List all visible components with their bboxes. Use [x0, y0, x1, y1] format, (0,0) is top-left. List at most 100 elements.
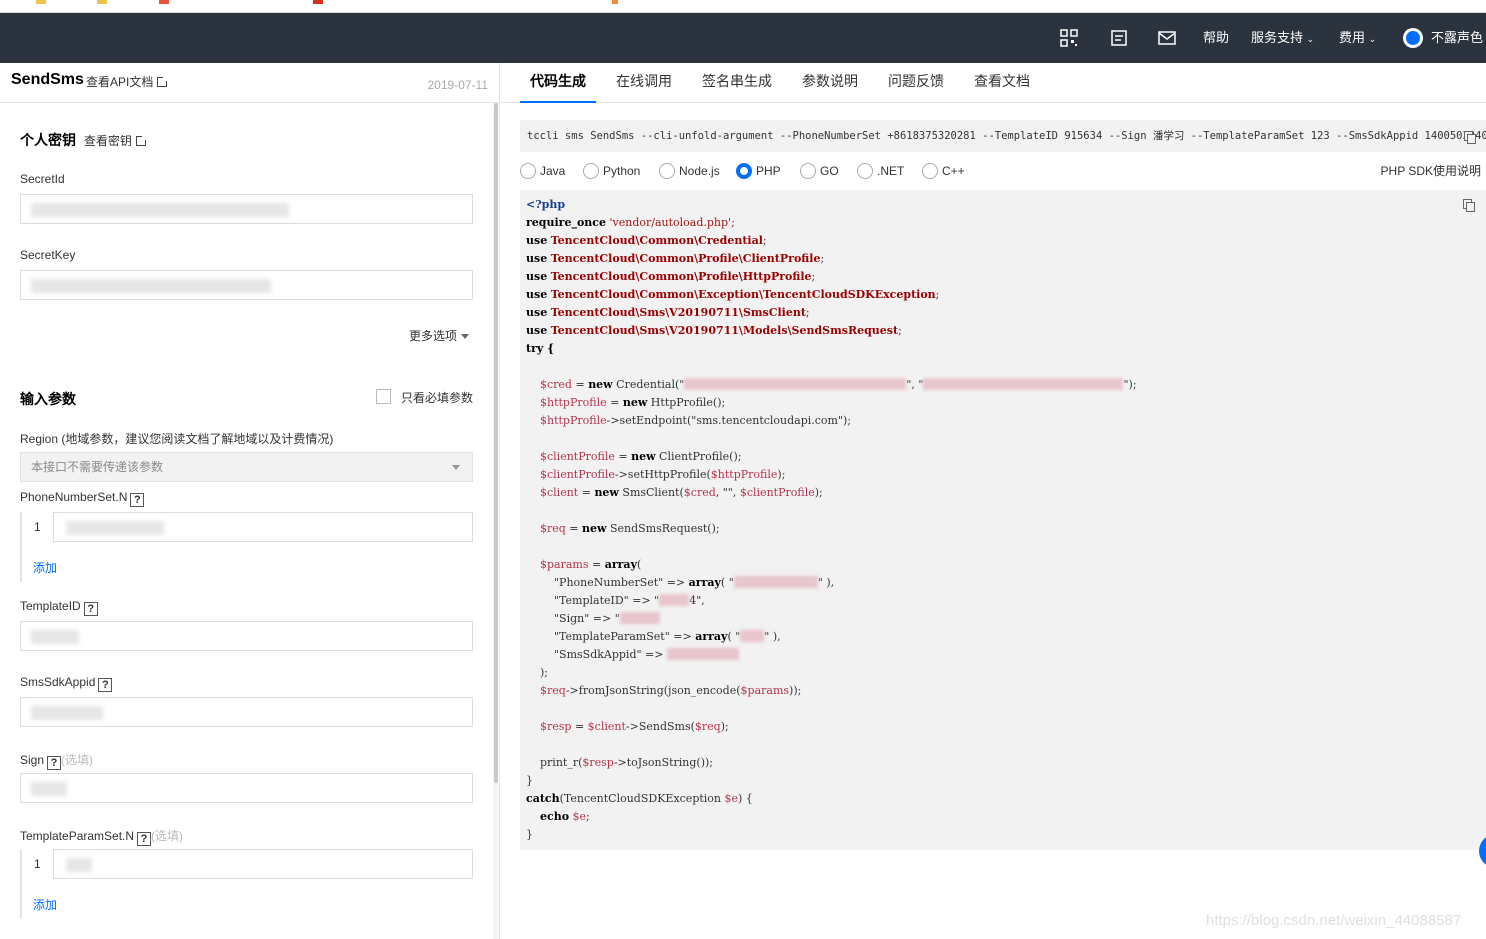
help-icon[interactable]: ?: [83, 602, 98, 616]
required-only-checkbox[interactable]: [376, 389, 391, 404]
redacted-value: [31, 706, 103, 720]
language-selector: Java Python Node.js PHP GO .NET C++ PHP …: [520, 161, 1486, 181]
secret-section-title: 个人密钥 查看密钥: [20, 130, 147, 150]
template-param-input[interactable]: [53, 849, 473, 879]
list-group-bar: [20, 512, 22, 582]
support-label: 服务支持: [1251, 30, 1304, 45]
document-icon[interactable]: [1110, 29, 1128, 47]
redacted-value: [31, 203, 289, 217]
more-options-toggle[interactable]: 更多选项: [409, 327, 469, 344]
sign-label-text: Sign: [20, 753, 45, 767]
billing-label: 费用: [1339, 30, 1366, 45]
sdk-doc-link[interactable]: PHP SDK使用说明: [1381, 163, 1481, 179]
scrollbar-thumb[interactable]: [494, 103, 498, 783]
secret-id-label: SecretId: [20, 172, 65, 186]
bookmark-icon[interactable]: [313, 0, 323, 4]
input-params-title: 输入参数: [20, 391, 76, 407]
radio-php[interactable]: PHP: [736, 163, 781, 179]
bookmark-icon[interactable]: [97, 0, 107, 4]
chevron-down-icon: ⌄: [1368, 34, 1377, 44]
help-icon[interactable]: ?: [47, 756, 62, 770]
phone-number-input[interactable]: [53, 512, 473, 542]
mail-icon[interactable]: [1158, 29, 1176, 47]
copy-icon[interactable]: [1464, 131, 1476, 144]
view-secret-label: 查看密钥: [83, 134, 132, 148]
external-link-icon: [135, 135, 147, 146]
chevron-down-icon: ⌄: [1306, 34, 1315, 44]
template-param-label: TemplateParamSet.N? (选填): [20, 827, 183, 846]
api-name: SendSms: [11, 71, 84, 88]
code-block: <?php require_once 'vendor/autoload.php'…: [520, 190, 1486, 850]
bookmark-icon[interactable]: [159, 0, 169, 4]
tab-signature-gen[interactable]: 签名串生成: [702, 63, 772, 103]
tab-view-docs[interactable]: 查看文档: [974, 63, 1030, 103]
code-panel: 代码生成 在线调用 签名串生成 参数说明 问题反馈 查看文档 tccli sms…: [501, 63, 1486, 939]
template-id-label-text: TemplateID: [20, 599, 81, 613]
help-icon[interactable]: ?: [98, 678, 113, 692]
sdk-appid-label: SmsSdkAppid?: [20, 675, 113, 692]
api-doc-label: 查看API文档: [86, 75, 154, 89]
radio-cpp[interactable]: C++: [922, 163, 965, 179]
api-header: SendSms 查看API文档 2019-07-11: [0, 63, 499, 103]
qrcode-icon[interactable]: [1060, 29, 1078, 47]
tab-param-docs[interactable]: 参数说明: [802, 63, 858, 103]
api-version-date: 2019-07-11: [427, 78, 489, 92]
add-template-param-link[interactable]: 添加: [33, 896, 57, 913]
browser-bookmark-strip: [0, 0, 1486, 13]
cli-command: tccli sms SendSms --cli-unfold-argument …: [527, 130, 1486, 142]
redacted-value: [66, 858, 92, 872]
sdk-appid-label-text: SmsSdkAppid: [20, 675, 96, 689]
optional-tag: (选填): [151, 829, 184, 843]
radio-java[interactable]: Java: [520, 163, 565, 179]
template-param-label-text: TemplateParamSet.N: [20, 829, 135, 843]
user-avatar[interactable]: [1403, 28, 1423, 48]
template-id-input[interactable]: [20, 621, 473, 651]
required-only-label: 只看必填参数: [401, 391, 474, 405]
secret-key-label: SecretKey: [20, 248, 76, 262]
sdk-appid-input[interactable]: [20, 697, 473, 727]
api-doc-link[interactable]: 查看API文档: [86, 73, 169, 90]
secret-id-input[interactable]: [20, 194, 473, 224]
tab-code-gen[interactable]: 代码生成: [520, 63, 596, 103]
user-menu[interactable]: 不露声色: [1431, 13, 1483, 63]
secret-section-label: 个人密钥: [20, 132, 76, 148]
region-select[interactable]: 本接口不需要传递该参数: [20, 452, 473, 482]
redacted-value: [31, 630, 79, 644]
help-icon[interactable]: ?: [137, 832, 152, 846]
params-panel: SendSms 查看API文档 2019-07-11 个人密钥 查看密钥 Sec…: [0, 63, 500, 939]
add-phone-number-link[interactable]: 添加: [33, 559, 57, 576]
phone-number-label: PhoneNumberSet.N?: [20, 490, 145, 507]
bookmark-icon[interactable]: [612, 0, 618, 4]
tab-bar: 代码生成 在线调用 签名串生成 参数说明 问题反馈 查看文档: [501, 63, 1486, 103]
optional-tag: (选填): [61, 753, 94, 767]
external-link-icon: [157, 76, 169, 87]
copy-icon[interactable]: [1463, 199, 1475, 212]
radio-nodejs[interactable]: Node.js: [659, 163, 720, 179]
secret-key-input[interactable]: [20, 270, 473, 300]
radio-go[interactable]: GO: [800, 163, 839, 179]
sign-input[interactable]: [20, 773, 473, 803]
php-code: <?php require_once 'vendor/autoload.php'…: [526, 198, 1137, 841]
help-link[interactable]: 帮助: [1203, 13, 1229, 63]
list-index: 1: [34, 520, 41, 534]
tab-feedback[interactable]: 问题反馈: [888, 63, 944, 103]
bookmark-icon[interactable]: [36, 0, 46, 4]
tab-online-call[interactable]: 在线调用: [616, 63, 672, 103]
billing-menu[interactable]: 费用 ⌄: [1339, 13, 1376, 63]
redacted-value: [66, 521, 164, 535]
support-menu[interactable]: 服务支持 ⌄: [1251, 13, 1314, 63]
redacted-value: [31, 279, 271, 293]
help-icon[interactable]: ?: [130, 493, 145, 507]
view-secret-link[interactable]: 查看密钥: [83, 134, 147, 148]
radio-dotnet[interactable]: .NET: [857, 163, 904, 179]
list-index: 1: [34, 857, 41, 871]
radio-python[interactable]: Python: [583, 163, 640, 179]
sign-label: Sign? (选填): [20, 751, 93, 770]
region-label: Region (地域参数，建议您阅读文档了解地域以及计费情况): [20, 432, 334, 446]
phone-number-label-text: PhoneNumberSet.N: [20, 490, 128, 504]
watermark-text: https://blog.csdn.net/weixin_44088587: [1206, 912, 1462, 929]
console-topbar: 帮助 服务支持 ⌄ 费用 ⌄ 不露声色: [0, 13, 1486, 63]
template-id-label: TemplateID?: [20, 599, 98, 616]
redacted-value: [31, 782, 67, 796]
cli-command-box: tccli sms SendSms --cli-unfold-argument …: [520, 120, 1486, 152]
